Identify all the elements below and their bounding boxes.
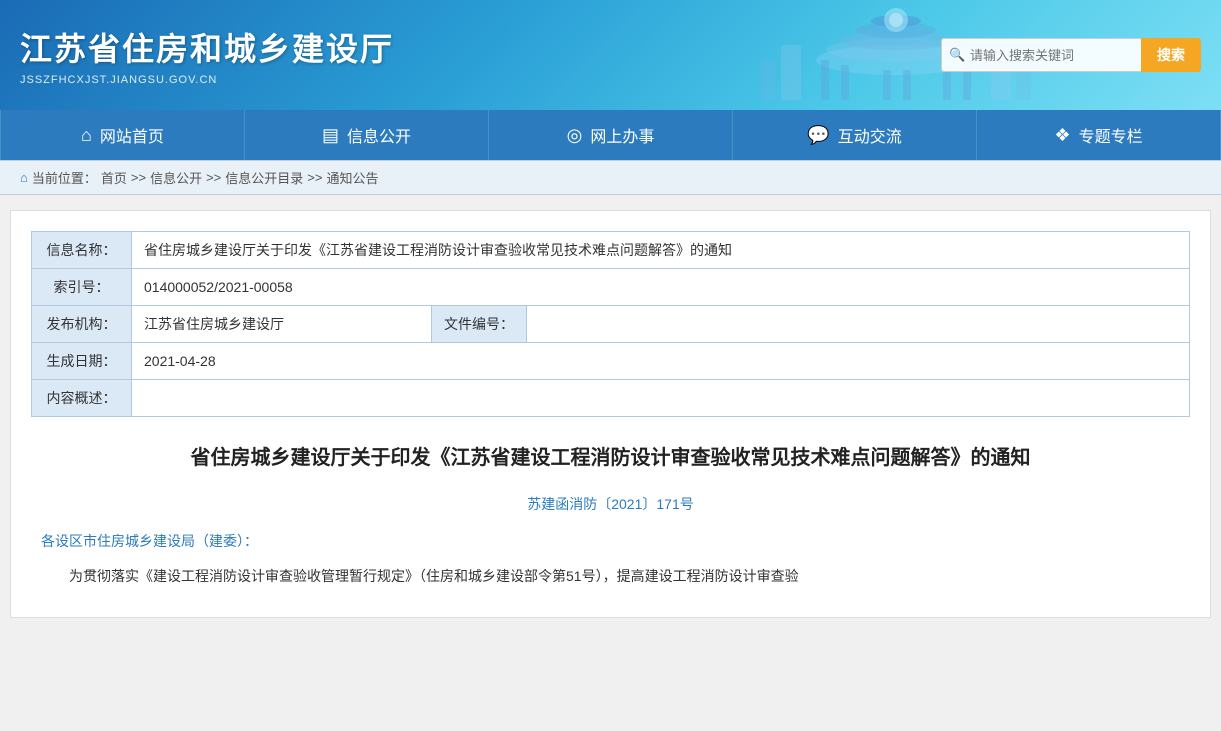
breadcrumb-sep-1: >> [131,170,146,185]
nav-label-service: 网上办事 [590,123,654,147]
article-body-para1: 为贯彻落实《建设工程消防设计审查验收管理暂行规定》（住房和城乡建设部令第51号）… [41,564,1180,589]
breadcrumb: ⌂ 当前位置： 首页 >> 信息公开 >> 信息公开目录 >> 通知公告 [0,160,1221,195]
nav-label-special: 专题专栏 [1079,123,1143,147]
nav-label-home: 网站首页 [100,123,164,147]
table-row-date: 生成日期： 2021-04-28 [32,343,1190,380]
main-content: 信息名称： 省住房城乡建设厅关于印发《江苏省建设工程消防设计审查验收常见技术难点… [10,210,1211,618]
label-index: 索引号： [32,269,132,306]
breadcrumb-link-home[interactable]: 首页 [101,168,127,187]
nav-item-service[interactable]: ◎ 网上办事 [489,110,733,160]
value-date: 2021-04-28 [132,343,1190,380]
nav-label-info: 信息公开 [347,123,411,147]
header: 江苏省住房和城乡建设厅 JSSZFHCXJST.JIANGSU.GOV.CN 🔍… [0,0,1221,110]
table-row-name: 信息名称： 省住房城乡建设厅关于印发《江苏省建设工程消防设计审查验收常见技术难点… [32,232,1190,269]
value-publisher: 江苏省住房城乡建设厅 [132,306,432,343]
value-summary [132,380,1190,417]
value-doc-no [527,306,1190,343]
label-doc-no: 文件编号： [432,306,527,343]
label-date: 生成日期： [32,343,132,380]
special-icon: ❖ [1054,125,1070,146]
breadcrumb-link-info[interactable]: 信息公开 [150,168,202,187]
article-sub-info: 苏建函消防〔2021〕171号 [31,494,1190,514]
article-content: 各设区市住房城乡建设局（建委）： 为贯彻落实《建设工程消防设计审查验收管理暂行规… [31,529,1190,589]
info-icon: ▤ [322,125,339,146]
table-row-publisher: 发布机构： 江苏省住房城乡建设厅 文件编号： [32,306,1190,343]
search-button[interactable]: 搜索 [1141,38,1201,72]
label-summary: 内容概述： [32,380,132,417]
nav-item-interact[interactable]: 💬 互动交流 [733,110,977,160]
nav-item-special[interactable]: ❖ 专题专栏 [977,110,1221,160]
table-row-index: 索引号： 014000052/2021-00058 [32,269,1190,306]
header-search: 🔍 搜索 [941,38,1201,72]
nav-item-home[interactable]: ⌂ 网站首页 [0,110,245,160]
breadcrumb-home-icon: ⌂ [20,170,28,185]
service-icon: ◎ [567,125,583,146]
breadcrumb-link-notice[interactable]: 通知公告 [326,168,378,187]
article-title: 省住房城乡建设厅关于印发《江苏省建设工程消防设计审查验收常见技术难点问题解答》的… [31,442,1190,474]
label-info-name: 信息名称： [32,232,132,269]
home-icon: ⌂ [81,125,92,146]
search-icon: 🔍 [949,47,965,63]
site-title-en: JSSZFHCXJST.JIANGSU.GOV.CN [20,74,394,86]
article-recipient: 各设区市住房城乡建设局（建委）： [41,529,1180,554]
value-info-name: 省住房城乡建设厅关于印发《江苏省建设工程消防设计审查验收常见技术难点问题解答》的… [132,232,1190,269]
header-logo: 江苏省住房和城乡建设厅 JSSZFHCXJST.JIANGSU.GOV.CN [20,24,394,86]
value-index: 014000052/2021-00058 [132,269,1190,306]
nav-label-interact: 互动交流 [838,123,902,147]
breadcrumb-sep-2: >> [206,170,221,185]
breadcrumb-sep-3: >> [307,170,322,185]
label-publisher: 发布机构： [32,306,132,343]
main-nav: ⌂ 网站首页 ▤ 信息公开 ◎ 网上办事 💬 互动交流 ❖ 专题专栏 [0,110,1221,160]
nav-item-info[interactable]: ▤ 信息公开 [245,110,489,160]
breadcrumb-link-catalog[interactable]: 信息公开目录 [225,168,303,187]
breadcrumb-current-label: 当前位置： [32,168,97,187]
interact-icon: 💬 [807,125,829,146]
search-input[interactable] [941,38,1141,72]
info-table: 信息名称： 省住房城乡建设厅关于印发《江苏省建设工程消防设计审查验收常见技术难点… [31,231,1190,417]
site-title-cn: 江苏省住房和城乡建设厅 [20,24,394,70]
table-row-summary: 内容概述： [32,380,1190,417]
